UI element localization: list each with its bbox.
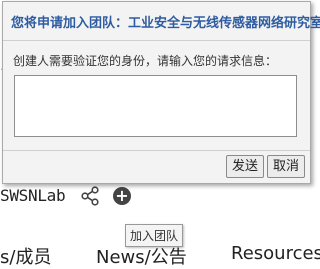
- nav-bar: s/成员 News/公告 Resources: [0, 240, 320, 269]
- add-circle-icon[interactable]: +: [113, 187, 131, 205]
- cancel-button[interactable]: 取消: [267, 155, 305, 178]
- team-row: SWSNLab +: [0, 183, 311, 211]
- nav-item-news[interactable]: News/公告: [96, 243, 187, 269]
- footer-divider: [3, 150, 310, 151]
- dialog-header: 您将申请加入团队：工业安全与无线传感器网络研究室: [3, 2, 320, 41]
- dialog-body: 创建人需要验证您的身份，请输入您的请求信息：: [3, 41, 310, 137]
- nav-item-resources[interactable]: Resources: [231, 243, 320, 264]
- request-message-input[interactable]: [14, 75, 297, 137]
- send-button[interactable]: 发送: [226, 155, 264, 178]
- nav-item-members[interactable]: s/成员: [0, 243, 51, 269]
- join-team-dialog: 您将申请加入团队：工业安全与无线传感器网络研究室 创建人需要验证您的身份，请输入…: [2, 1, 320, 184]
- team-name: SWSNLab: [0, 186, 66, 205]
- dialog-title: 您将申请加入团队：工业安全与无线传感器网络研究室: [11, 15, 320, 31]
- request-prompt: 创建人需要验证您的身份，请输入您的请求信息：: [13, 54, 278, 68]
- share-icon[interactable]: [80, 186, 100, 206]
